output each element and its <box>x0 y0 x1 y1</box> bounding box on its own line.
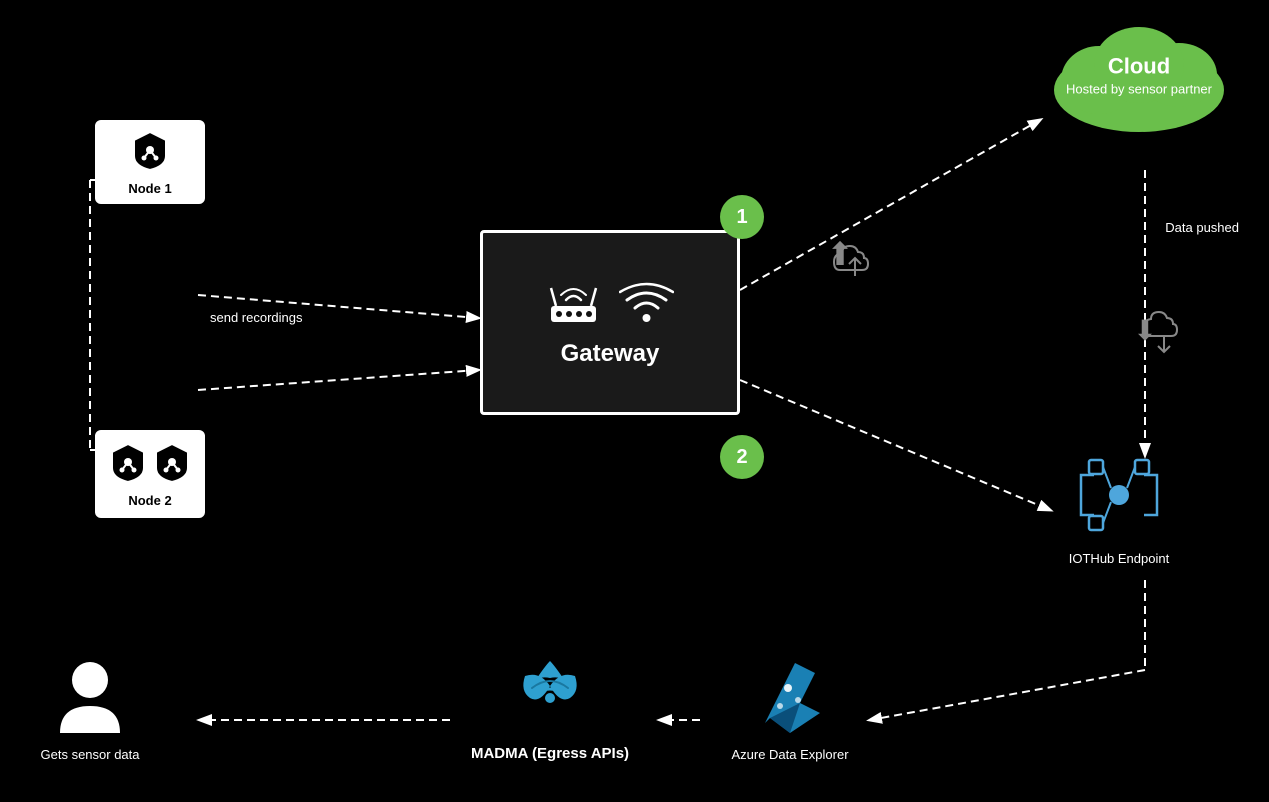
gateway-box: Gateway <box>480 230 740 415</box>
wifi-icon <box>619 278 674 328</box>
node2-sensor-icon-top <box>108 442 148 484</box>
gateway-icons <box>546 278 674 328</box>
diagram: ⬆ ⬇ Cloud Hosted by sensor partner Data … <box>0 0 1269 802</box>
node1-box: Node 1 <box>95 120 205 204</box>
iothub-icon <box>1069 450 1169 540</box>
cloud-shape: Cloud Hosted by sensor partner <box>1039 10 1239 140</box>
step2-number: 2 <box>736 446 747 469</box>
azure-label: Azure Data Explorer <box>700 747 880 762</box>
node1-sensor-icon <box>130 130 170 172</box>
madma-icon <box>510 656 590 736</box>
iothub-label: IOTHub Endpoint <box>1049 551 1189 566</box>
cloud-title: Cloud <box>1059 52 1219 81</box>
azure-icon <box>750 658 830 738</box>
upload-cloud-svg <box>830 238 880 283</box>
node2-box: Node 2 <box>95 430 205 518</box>
user-label: Gets sensor data <box>30 747 150 762</box>
step2-circle: 2 <box>720 435 764 479</box>
data-pushed-label: Data pushed <box>1165 220 1239 235</box>
gateway-label: Gateway <box>561 340 660 368</box>
cloud-subtitle: Hosted by sensor partner <box>1059 81 1219 98</box>
download-cloud-svg <box>1139 310 1189 355</box>
node2-sensor-icon-bottom <box>152 442 192 484</box>
router-icon <box>546 278 601 328</box>
node1-label: Node 1 <box>103 181 197 196</box>
cloud-label: Cloud Hosted by sensor partner <box>1059 52 1219 97</box>
madma-container: MADMA (Egress APIs) <box>450 656 650 762</box>
madma-label: MADMA (Egress APIs) <box>450 745 650 762</box>
user-container: Gets sensor data <box>30 658 150 762</box>
iothub-container: IOTHub Endpoint <box>1049 450 1189 566</box>
download-cloud-icon <box>1139 310 1189 360</box>
azure-container: Azure Data Explorer <box>700 658 880 762</box>
upload-cloud-icon <box>830 238 880 288</box>
send-recordings-label: send recordings <box>210 310 303 325</box>
node2-label: Node 2 <box>103 493 197 508</box>
user-icon <box>55 658 125 738</box>
cloud-container: Cloud Hosted by sensor partner <box>1029 10 1249 140</box>
step1-number: 1 <box>736 206 747 229</box>
step1-circle: 1 <box>720 195 764 239</box>
